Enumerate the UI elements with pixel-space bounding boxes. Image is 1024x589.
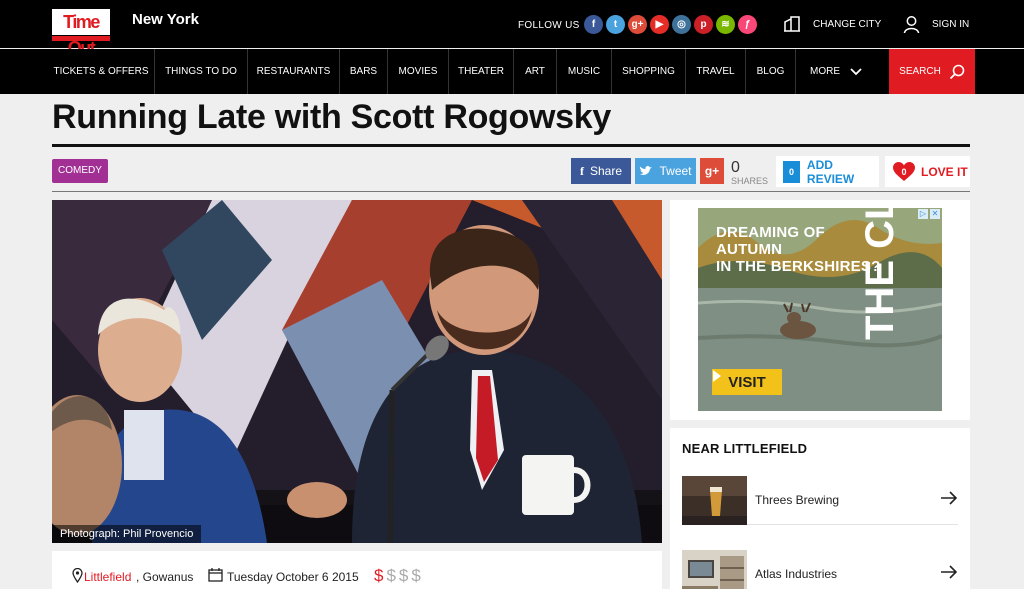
facebook-icon[interactable]: f bbox=[584, 15, 603, 34]
ad-visit-button[interactable]: VISIT bbox=[712, 369, 782, 395]
neighborhood: , Gowanus bbox=[136, 570, 194, 584]
action-divider bbox=[52, 191, 970, 192]
add-review-button[interactable]: 0 ADD REVIEW bbox=[776, 156, 879, 187]
nav-things-to-do[interactable]: THINGS TO DO bbox=[155, 49, 248, 94]
nav-tickets-offers[interactable]: TICKETS & OFFERS bbox=[48, 49, 155, 94]
love-it-label: LOVE IT bbox=[921, 164, 968, 179]
facebook-share-button[interactable]: f Share bbox=[571, 158, 631, 184]
price-inactive: $$$ bbox=[386, 566, 424, 585]
nav-art[interactable]: ART bbox=[514, 49, 557, 94]
love-it-button[interactable]: 0 LOVE IT bbox=[885, 156, 970, 187]
ad-close-icon: ✕ bbox=[930, 209, 940, 219]
photo-credit: Photograph: Phil Provencio bbox=[52, 525, 202, 543]
youtube-icon[interactable]: ▶ bbox=[650, 15, 669, 34]
near-item-threes-brewing[interactable]: Threes Brewing bbox=[682, 476, 958, 525]
nav-blog[interactable]: BLOG bbox=[746, 49, 796, 94]
logo-text: Time Out bbox=[52, 9, 110, 58]
price-active: $ bbox=[374, 566, 387, 585]
near-item-name: Atlas Industries bbox=[755, 567, 838, 581]
ad-info-icon: ▷ bbox=[918, 209, 928, 219]
twitter-icon[interactable]: t bbox=[606, 15, 625, 34]
hero-photo: Photograph: Phil Provencio bbox=[52, 200, 662, 543]
heart-icon: 0 bbox=[893, 161, 915, 182]
twitter-share-label: Tweet bbox=[659, 164, 692, 178]
google-plus-icon[interactable]: g+ bbox=[628, 15, 647, 34]
advertisement[interactable]: DREAMING OF AUTUMN IN THE BERKSHIRES? VI… bbox=[698, 208, 942, 411]
facebook-icon: f bbox=[579, 163, 584, 178]
calendar-icon bbox=[208, 568, 223, 582]
share-count: 0 bbox=[731, 159, 740, 176]
ad-visit-label: VISIT bbox=[728, 373, 766, 391]
foursquare-icon[interactable]: ƒ bbox=[738, 15, 757, 34]
price-rating: $$$$ bbox=[374, 566, 424, 586]
main-nav: TICKETS & OFFERS THINGS TO DO RESTAURANT… bbox=[0, 49, 1024, 94]
sign-in-link[interactable]: SIGN IN bbox=[903, 15, 969, 34]
city-name[interactable]: New York bbox=[132, 11, 199, 28]
nav-restaurants[interactable]: RESTAURANTS bbox=[248, 49, 340, 94]
nav-more[interactable]: MORE bbox=[796, 49, 876, 94]
nav-bars[interactable]: BARS bbox=[340, 49, 388, 94]
nav-music[interactable]: MUSIC bbox=[557, 49, 612, 94]
top-bar: Time Out New York FOLLOW US f t g+ ▶ ◎ p ≋ ƒ CH… bbox=[0, 0, 1024, 58]
follow-us-label: FOLLOW US bbox=[518, 20, 580, 31]
near-item-atlas-industries[interactable]: Atlas Industries bbox=[682, 550, 958, 589]
instagram-icon[interactable]: ◎ bbox=[672, 15, 691, 34]
play-arrow-icon bbox=[713, 370, 721, 382]
near-item-name: Threes Brewing bbox=[755, 493, 840, 507]
love-count: 0 bbox=[901, 166, 907, 177]
title-divider bbox=[52, 144, 970, 147]
near-venue-panel: NEAR LITTLEFIELD Threes Brewing Atlas In… bbox=[670, 428, 970, 589]
shares-label: SHARES bbox=[731, 176, 769, 186]
facebook-share-label: Share bbox=[589, 164, 623, 178]
twitter-icon bbox=[640, 165, 653, 175]
search-button[interactable]: SEARCH bbox=[889, 49, 975, 94]
nav-movies[interactable]: MOVIES bbox=[388, 49, 449, 94]
spotify-icon[interactable]: ≋ bbox=[716, 15, 735, 34]
ad-brand-name: THE CLARK bbox=[858, 208, 902, 340]
page-title: Running Late with Scott Rogowsky bbox=[52, 98, 611, 136]
change-city-icon bbox=[784, 16, 800, 32]
timeout-logo[interactable]: Time Out bbox=[52, 8, 110, 58]
nav-shopping[interactable]: SHOPPING bbox=[612, 49, 686, 94]
change-city-label: CHANGE CITY bbox=[813, 18, 882, 30]
social-links: f t g+ ▶ ◎ p ≋ ƒ bbox=[584, 15, 757, 34]
chevron-down-icon bbox=[850, 67, 862, 75]
near-title: NEAR LITTLEFIELD bbox=[682, 441, 808, 456]
near-thumbnail bbox=[682, 550, 747, 589]
nav-theater[interactable]: THEATER bbox=[449, 49, 514, 94]
user-icon bbox=[903, 16, 920, 34]
arrow-right-icon bbox=[941, 565, 958, 579]
near-thumbnail bbox=[682, 476, 747, 525]
search-label: SEARCH bbox=[899, 66, 941, 77]
nav-more-label: MORE bbox=[810, 66, 840, 77]
change-city-link[interactable]: CHANGE CITY bbox=[783, 15, 881, 33]
ad-choices[interactable]: ▷ ✕ bbox=[918, 209, 940, 219]
add-review-label: ADD REVIEW bbox=[806, 157, 855, 186]
search-icon bbox=[949, 64, 965, 79]
review-count: 0 bbox=[783, 160, 800, 183]
event-details: Littlefield , Gowanus Tuesday October 6 … bbox=[52, 551, 662, 589]
category-badge[interactable]: COMEDY bbox=[52, 159, 108, 183]
nav-travel[interactable]: TRAVEL bbox=[686, 49, 746, 94]
arrow-right-icon bbox=[941, 491, 958, 505]
venue-link[interactable]: Littlefield bbox=[84, 570, 131, 584]
pinterest-icon[interactable]: p bbox=[694, 15, 713, 34]
twitter-share-button[interactable]: Tweet bbox=[635, 158, 696, 184]
google-plus-share-button[interactable]: g+ bbox=[700, 158, 724, 184]
sign-in-label: SIGN IN bbox=[932, 19, 970, 30]
location-pin-icon bbox=[72, 568, 83, 583]
event-date: Tuesday October 6 2015 bbox=[227, 570, 359, 584]
ad-container: DREAMING OF AUTUMN IN THE BERKSHIRES? VI… bbox=[670, 200, 970, 420]
logo-underline bbox=[52, 36, 110, 41]
